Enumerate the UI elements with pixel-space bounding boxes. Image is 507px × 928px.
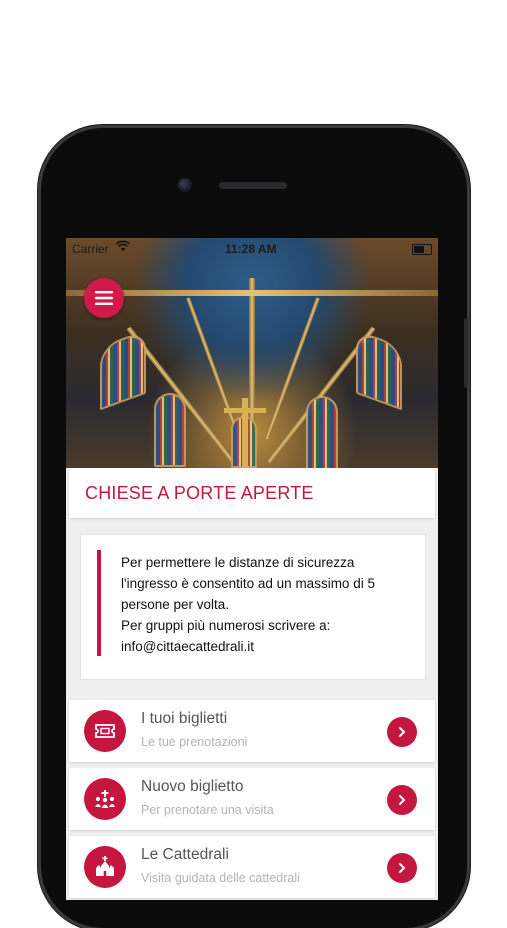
wifi-icon (116, 240, 130, 255)
notice-text: Per permettere le distanze di sicurezza … (121, 552, 411, 657)
church-people-icon (84, 778, 126, 820)
front-camera (178, 178, 192, 192)
menu-item-title: Nuovo biglietto (141, 778, 244, 795)
menu-item-subtitle: Le tue prenotazioni (141, 735, 248, 749)
hamburger-icon (95, 291, 113, 305)
status-time: 11:28 AM (225, 242, 277, 256)
battery-icon (412, 244, 432, 255)
cathedral-icon (84, 846, 126, 888)
notice-email[interactable]: info@cittaecattedrali.it (121, 636, 411, 657)
menu-item-subtitle: Per prenotare una visita (141, 803, 274, 817)
menu-item-subtitle: Visita guidata delle cattedrali (141, 871, 300, 885)
ticket-icon (84, 710, 126, 752)
phone-side-button (464, 318, 468, 388)
notice-line: Per permettere le distanze di sicurezza (121, 555, 355, 570)
carrier-label: Carrier (72, 242, 109, 256)
menu-item-new-ticket[interactable]: Nuovo biglietto Per prenotare una visita (69, 768, 435, 830)
menu-item-title: Le Cattedrali (141, 846, 229, 863)
hero-image-church-ceiling: Carrier 11:28 AM (66, 238, 438, 468)
notice-accent-bar (97, 550, 101, 656)
earpiece-speaker (219, 182, 287, 189)
notice-line: Per gruppi più numerosi scrivere a: (121, 618, 331, 633)
chevron-right-icon[interactable] (387, 853, 417, 883)
chevron-right-icon[interactable] (387, 717, 417, 747)
notice-line: l'ingresso è consentito ad un massimo di… (121, 576, 375, 591)
page-title: CHIESE A PORTE APERTE (85, 483, 314, 503)
page-title-card: CHIESE A PORTE APERTE (69, 468, 435, 518)
menu-item-your-tickets[interactable]: I tuoi biglietti Le tue prenotazioni (69, 700, 435, 762)
app-screen: Carrier 11:28 AM CHIESE A PORTE APERTE P… (66, 238, 438, 900)
chevron-right-icon[interactable] (387, 785, 417, 815)
safety-notice-card: Per permettere le distanze di sicurezza … (80, 534, 426, 680)
menu-item-title: I tuoi biglietti (141, 710, 228, 727)
status-bar: Carrier 11:28 AM (66, 240, 438, 258)
notice-line: persone per volta. (121, 597, 230, 612)
hamburger-menu-button[interactable] (84, 278, 124, 318)
menu-item-cathedrals[interactable]: Le Cattedrali Visita guidata delle catte… (69, 836, 435, 898)
